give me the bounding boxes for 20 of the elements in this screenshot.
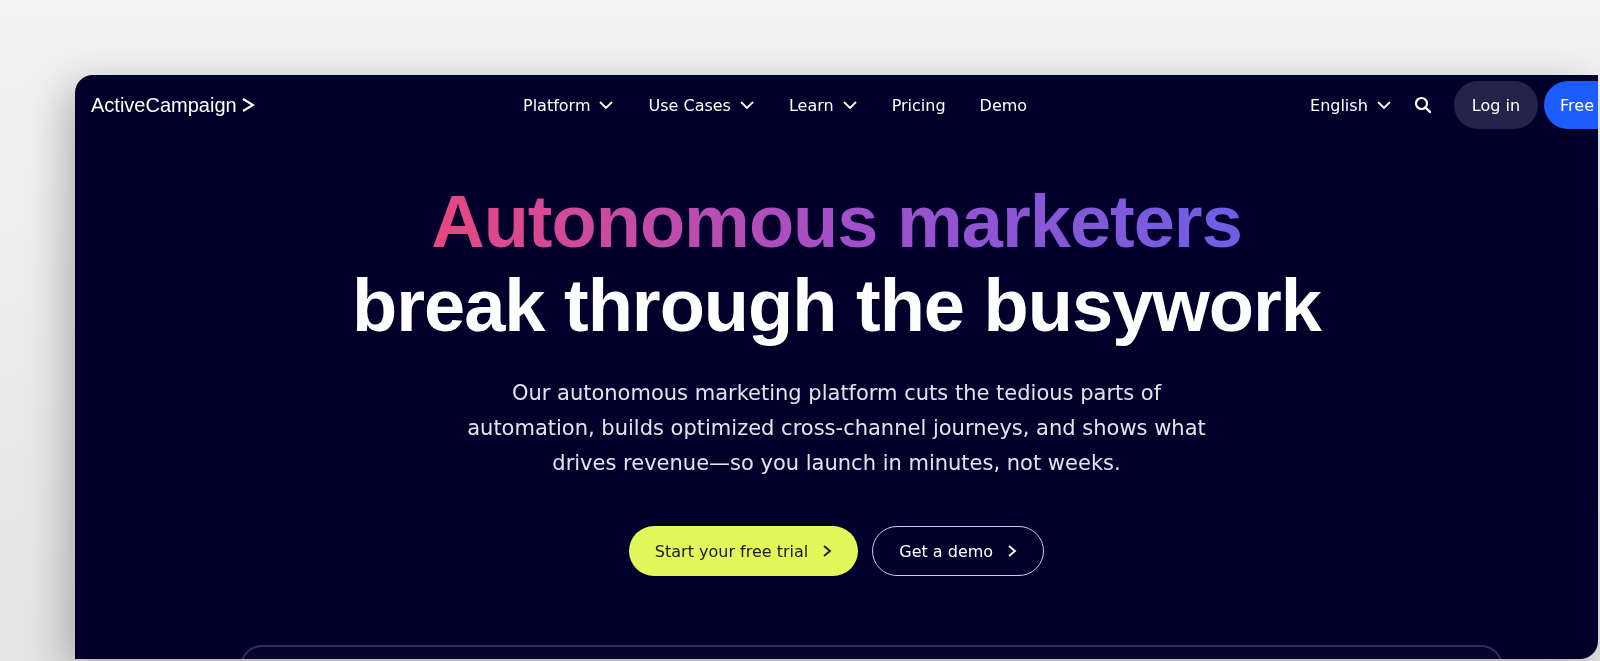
login-button[interactable]: Log in	[1453, 81, 1539, 129]
nav-link[interactable]: Pricing	[891, 95, 946, 115]
chevron-down-icon	[841, 100, 858, 110]
nav-link[interactable]: Learn	[788, 95, 858, 115]
chevron-down-icon	[738, 100, 755, 110]
nav-link[interactable]: Platform	[523, 95, 615, 115]
chevron-down-icon	[598, 100, 615, 110]
demo-button[interactable]: Get a demo	[872, 526, 1045, 576]
nav-link[interactable]: Demo	[979, 95, 1028, 115]
logo[interactable]: ActiveCampaign	[91, 93, 523, 117]
hero-description: Our autonomous marketing platform cuts the tedious parts of automation, builds optimized cross-channel journeys, and shows what drives revenue—so you launch in minutes, not weeks.	[466, 380, 1207, 477]
trial-button[interactable]: Start your free trial	[628, 526, 859, 576]
free-trial-button[interactable]: Free	[1544, 81, 1598, 129]
chevron-right-icon	[1007, 544, 1018, 558]
chevron-right-icon	[822, 544, 833, 558]
headline: break through the busywork	[352, 264, 1321, 348]
search-icon[interactable]	[1413, 96, 1432, 114]
language-selector[interactable]: English	[1310, 95, 1392, 115]
chevron-down-icon	[1375, 100, 1392, 110]
nav-link[interactable]: Use Cases	[648, 95, 755, 115]
